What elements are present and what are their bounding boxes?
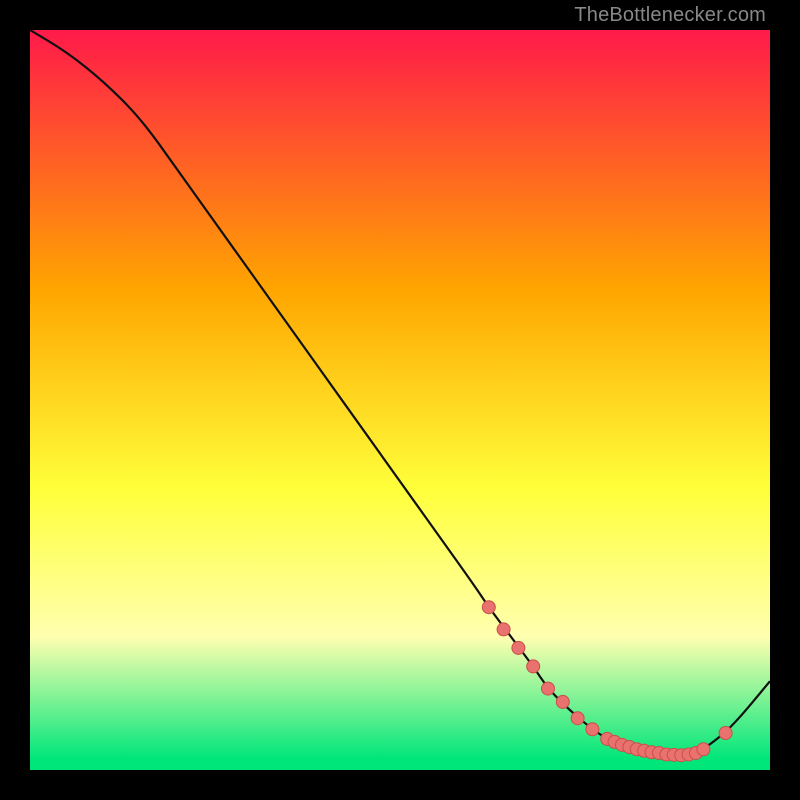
bottleneck-chart <box>30 30 770 770</box>
curve-marker-dot <box>719 727 732 740</box>
curve-marker-dot <box>586 723 599 736</box>
curve-marker-dot <box>556 695 569 708</box>
gradient-backdrop <box>30 30 770 770</box>
curve-marker-dot <box>542 682 555 695</box>
curve-marker-dot <box>497 623 510 636</box>
curve-marker-dot <box>512 641 525 654</box>
watermark-text: TheBottlenecker.com <box>574 4 766 27</box>
curve-marker-dot <box>482 601 495 614</box>
curve-marker-dot <box>527 660 540 673</box>
chart-frame <box>30 30 770 770</box>
curve-marker-dot <box>571 712 584 725</box>
curve-marker-dot <box>697 743 710 756</box>
